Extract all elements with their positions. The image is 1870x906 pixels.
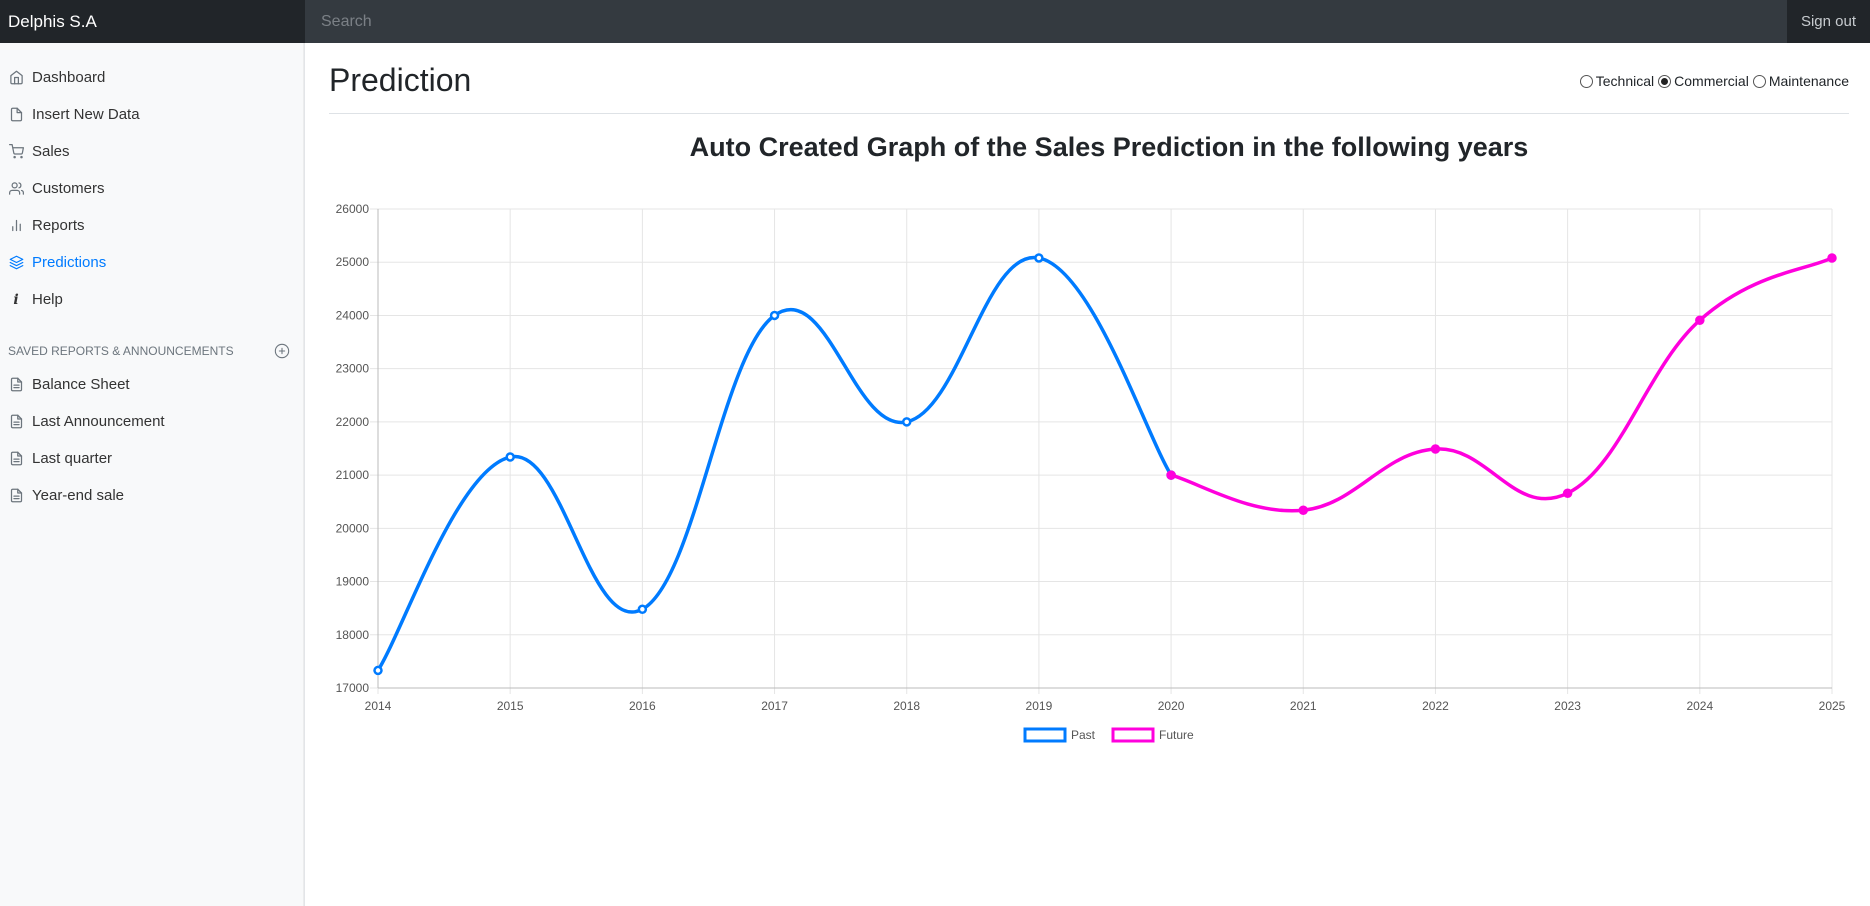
page-title: Prediction [329, 61, 472, 98]
saved-reports-heading: SAVED REPORTS & ANNOUNCEMENTS [0, 336, 304, 366]
y-tick-label: 26000 [336, 202, 370, 216]
layers-icon [8, 255, 24, 271]
sidebar-item-reports[interactable]: Reports [0, 207, 304, 244]
sidebar-nav: Dashboard Insert New Data Sales Customer… [0, 43, 304, 318]
sidebar-item-insert-new-data[interactable]: Insert New Data [0, 96, 304, 133]
radio-button[interactable] [1658, 74, 1672, 88]
y-tick-label: 20000 [336, 521, 370, 535]
sales-prediction-chart: 17000 18000 19000 20000 21000 22000 23000 24000… [336, 202, 1846, 743]
sidebar: Dashboard Insert New Data Sales Customer… [0, 43, 305, 906]
x-tick-label: 2019 [1026, 699, 1053, 713]
data-point-past [373, 665, 383, 676]
x-tick-label: 2023 [1554, 699, 1581, 713]
sidebar-item-help[interactable]: i Help [0, 281, 304, 318]
sidebar-item-predictions[interactable]: Predictions [0, 244, 304, 281]
x-tick-label: 2021 [1290, 699, 1317, 713]
data-point-past [637, 604, 648, 614]
y-tick-label: 22000 [336, 415, 370, 429]
saved-item-label: Last Announcement [32, 413, 165, 430]
y-tick-label: 18000 [336, 628, 370, 642]
y-tick-label: 17000 [336, 681, 370, 695]
data-point-past [769, 310, 780, 321]
file-text-icon [8, 414, 24, 430]
radio-maintenance[interactable]: Maintenance [1752, 73, 1849, 89]
x-tick-label: 2025 [1819, 699, 1846, 713]
file-text-icon [8, 377, 24, 393]
saved-item-label: Balance Sheet [32, 376, 130, 393]
legend-label: Future [1159, 728, 1194, 742]
sidebar-item-label: Sales [32, 143, 70, 160]
data-point-past [1034, 253, 1044, 263]
y-tick-label: 23000 [336, 362, 370, 376]
data-point-future [1562, 488, 1573, 498]
data-point-future [1827, 253, 1837, 263]
cart-icon [8, 144, 24, 160]
radio-technical[interactable]: Technical [1579, 73, 1655, 89]
y-tick-label: 24000 [336, 308, 370, 322]
saved-item-year-end-sale[interactable]: Year-end sale [0, 477, 304, 514]
plus-circle-icon[interactable] [274, 343, 290, 359]
legend-swatch-future [1111, 727, 1155, 743]
sidebar-item-sales[interactable]: Sales [0, 133, 304, 170]
sidebar-item-customers[interactable]: Customers [0, 170, 304, 207]
sidebar-item-label: Customers [32, 180, 105, 197]
file-text-icon [8, 451, 24, 467]
y-tick-label: 25000 [336, 255, 370, 269]
x-tick-label: 2014 [365, 699, 392, 713]
file-icon [8, 107, 24, 123]
saved-item-last-quarter[interactable]: Last quarter [0, 440, 304, 477]
data-point-future [1166, 470, 1176, 480]
x-tick-label: 2015 [497, 699, 524, 713]
x-tick-label: 2024 [1686, 699, 1713, 713]
saved-item-balance-sheet[interactable]: Balance Sheet [0, 366, 304, 403]
radio-label: Maintenance [1768, 73, 1849, 89]
x-tick-label: 2016 [629, 699, 656, 713]
home-icon [8, 70, 24, 86]
y-tick-label: 19000 [336, 575, 370, 589]
radio-button[interactable] [1752, 74, 1766, 88]
radio-button[interactable] [1579, 74, 1593, 88]
radio-commercial[interactable]: Commercial [1658, 73, 1749, 89]
saved-item-label: Last quarter [32, 450, 113, 467]
series-line-future [1170, 256, 1833, 513]
chart-title: Auto Created Graph of the Sales Predicti… [689, 132, 1529, 162]
y-tick-label: 21000 [336, 468, 370, 482]
x-tick-label: 2022 [1422, 699, 1449, 713]
sidebar-item-dashboard[interactable]: Dashboard [0, 59, 304, 96]
bar-chart-icon [8, 218, 24, 234]
radio-label: Commercial [1674, 73, 1749, 89]
data-point-past [505, 452, 515, 462]
file-text-icon [8, 488, 24, 504]
brand-logo[interactable]: Delphis S.A [0, 0, 305, 43]
page-header: Prediction Technical Commercial Maintena… [329, 43, 1849, 114]
sidebar-item-label: Help [32, 291, 63, 308]
saved-reports-list: Balance Sheet Last Announcement Last qua… [0, 366, 304, 514]
section-title: SAVED REPORTS & ANNOUNCEMENTS [8, 344, 234, 358]
sidebar-item-label: Reports [32, 217, 85, 234]
radio-label: Technical [1595, 73, 1655, 89]
x-tick-label: 2018 [893, 699, 920, 713]
main-content: Prediction Technical Commercial Maintena… [329, 43, 1849, 906]
data-point-future [1430, 444, 1441, 454]
top-navbar: Delphis S.A Sign out [0, 0, 1870, 43]
x-tick-label: 2017 [761, 699, 788, 713]
saved-item-label: Year-end sale [32, 487, 125, 504]
sign-out-button[interactable]: Sign out [1787, 0, 1870, 43]
x-tick-label: 2020 [1158, 699, 1185, 713]
sidebar-item-label: Dashboard [32, 69, 106, 86]
data-point-past [901, 417, 912, 427]
sidebar-item-label: Insert New Data [32, 106, 140, 123]
search-input[interactable] [305, 0, 1787, 43]
data-point-future [1695, 315, 1705, 325]
saved-item-last-announcement[interactable]: Last Announcement [0, 403, 304, 440]
info-icon: i [13, 291, 19, 308]
data-point-future [1298, 505, 1309, 515]
users-icon [8, 181, 24, 197]
sidebar-item-label: Predictions [32, 254, 107, 271]
department-radio-group: Technical Commercial Maintenance [1576, 73, 1849, 89]
legend-swatch-past [1023, 727, 1067, 743]
legend-label: Past [1071, 728, 1096, 742]
